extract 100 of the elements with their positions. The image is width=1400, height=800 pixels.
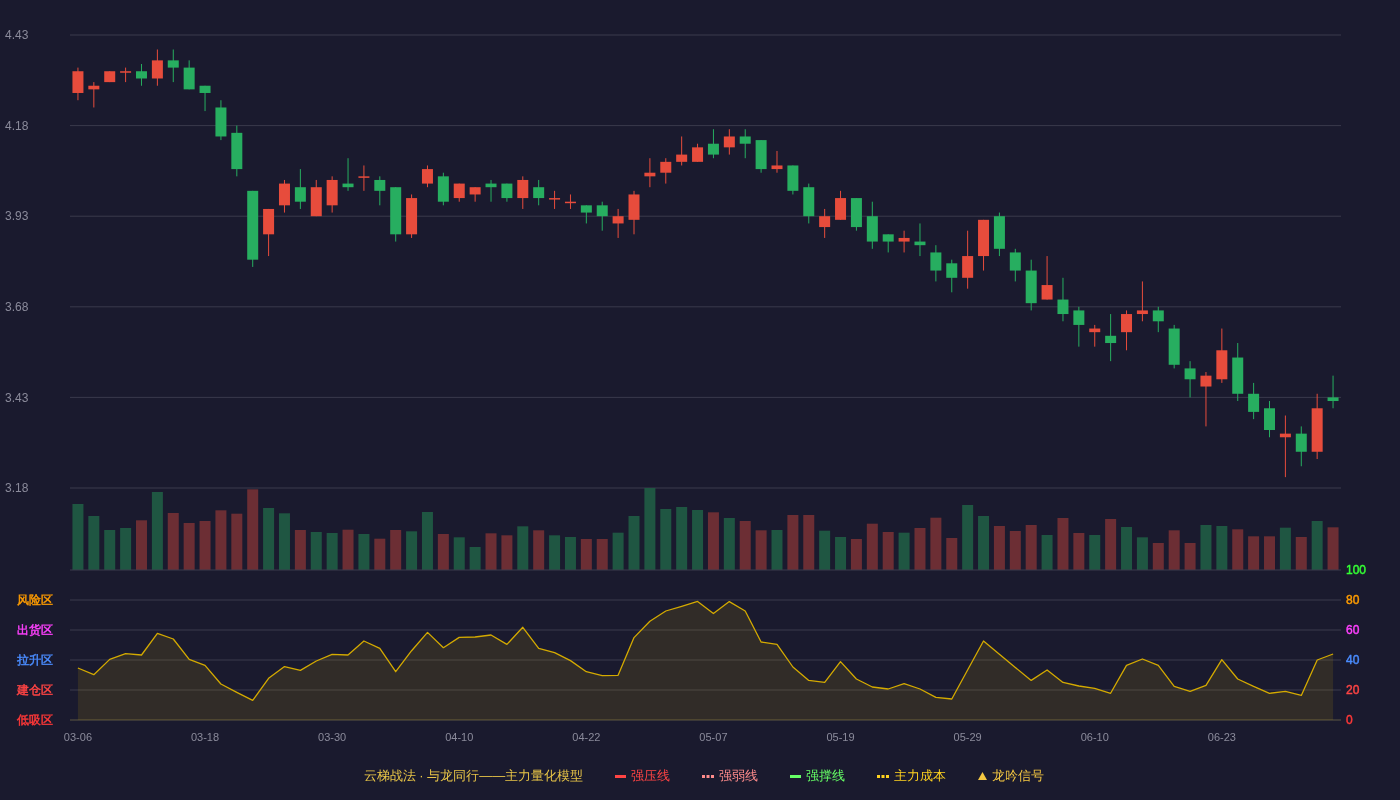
candle bbox=[835, 190, 847, 221]
candle bbox=[263, 208, 275, 257]
zone-label: 低吸区 bbox=[17, 713, 53, 728]
candle bbox=[771, 150, 783, 174]
candle bbox=[1168, 324, 1180, 369]
candle bbox=[310, 179, 322, 217]
candle bbox=[1025, 259, 1037, 311]
candle bbox=[533, 179, 545, 206]
candle bbox=[1009, 248, 1021, 282]
candle bbox=[1073, 306, 1085, 348]
candle bbox=[374, 175, 386, 206]
date-axis-label: 05-29 bbox=[953, 730, 982, 743]
candle bbox=[1136, 280, 1148, 322]
candle bbox=[1184, 360, 1196, 398]
candle bbox=[755, 139, 767, 174]
candle bbox=[215, 99, 227, 141]
candle bbox=[914, 222, 926, 257]
candle bbox=[342, 157, 354, 192]
candle bbox=[882, 233, 894, 253]
candle bbox=[485, 179, 497, 203]
date-axis-label: 04-10 bbox=[445, 730, 474, 743]
candle bbox=[787, 164, 799, 195]
candle bbox=[151, 49, 163, 87]
candle bbox=[549, 190, 561, 210]
candle bbox=[564, 193, 576, 210]
zone-label: 出货区 bbox=[17, 623, 53, 638]
legend-label: 龙吟信号 bbox=[992, 767, 1045, 785]
candle bbox=[596, 201, 608, 232]
candle bbox=[294, 168, 306, 210]
candle bbox=[946, 259, 958, 293]
candle bbox=[1057, 277, 1069, 322]
candle bbox=[898, 230, 910, 253]
candle bbox=[707, 128, 719, 159]
candle bbox=[326, 175, 338, 214]
candle bbox=[1295, 425, 1307, 467]
candle bbox=[390, 186, 402, 243]
candle bbox=[612, 208, 624, 239]
date-axis-label: 03-30 bbox=[318, 730, 347, 743]
candle bbox=[1200, 371, 1212, 427]
legend-label: 强撑线 bbox=[806, 767, 846, 785]
candle bbox=[819, 208, 831, 239]
candle bbox=[501, 183, 513, 203]
zone-label: 拉升区 bbox=[17, 653, 53, 668]
candle bbox=[866, 201, 878, 250]
candle bbox=[723, 128, 735, 156]
date-axis-label: 05-19 bbox=[826, 730, 855, 743]
candle bbox=[72, 67, 84, 101]
candle bbox=[1216, 328, 1228, 384]
candle bbox=[1089, 324, 1101, 348]
indicator-axis-label: 0 bbox=[1346, 713, 1353, 728]
date-axis-label: 04-22 bbox=[572, 730, 601, 743]
indicator-axis-label: 80 bbox=[1346, 593, 1360, 608]
legend-title: 云梯战法 · 与龙同行——主力量化模型 bbox=[363, 767, 584, 785]
candle bbox=[962, 230, 974, 290]
candle bbox=[1279, 415, 1291, 478]
candle bbox=[850, 197, 862, 232]
candle bbox=[930, 244, 942, 282]
candle bbox=[167, 49, 179, 83]
candle bbox=[120, 67, 132, 83]
candle bbox=[660, 157, 672, 185]
candle bbox=[580, 204, 592, 224]
indicator-axis-label: 40 bbox=[1346, 653, 1360, 668]
price-axis-label: 4.43 bbox=[5, 28, 29, 43]
candle bbox=[644, 157, 656, 188]
candle bbox=[1248, 382, 1260, 420]
price-axis-label: 3.93 bbox=[5, 209, 29, 224]
candle bbox=[517, 175, 529, 210]
candle bbox=[1152, 306, 1164, 333]
indicator-axis-label: 60 bbox=[1346, 623, 1360, 638]
legend-label: 强压线 bbox=[631, 767, 671, 785]
candle bbox=[1311, 393, 1323, 460]
date-axis-label: 06-23 bbox=[1207, 730, 1236, 743]
price-axis-label: 3.68 bbox=[5, 299, 29, 314]
candle bbox=[406, 193, 418, 239]
candle bbox=[199, 85, 211, 112]
price-axis-label: 4.18 bbox=[5, 118, 29, 133]
candle bbox=[136, 63, 147, 87]
legend-label: 主力成本 bbox=[894, 767, 947, 785]
candle bbox=[358, 164, 370, 192]
indicator-axis-label: 20 bbox=[1346, 683, 1360, 698]
candle bbox=[1105, 313, 1117, 362]
price-axis-label: 3.43 bbox=[5, 390, 29, 405]
candle bbox=[421, 164, 433, 188]
date-axis-label: 03-18 bbox=[190, 730, 220, 743]
candle bbox=[437, 172, 449, 206]
candle bbox=[104, 70, 116, 83]
candle bbox=[88, 81, 100, 108]
indicator-axis-label: 100 bbox=[1346, 563, 1367, 578]
candle bbox=[1041, 255, 1053, 301]
candle bbox=[183, 59, 195, 90]
candle bbox=[1327, 375, 1339, 409]
legend-label: 强弱线 bbox=[719, 767, 759, 785]
candle bbox=[803, 183, 815, 224]
candle bbox=[692, 143, 704, 163]
candle bbox=[993, 212, 1005, 257]
candle bbox=[469, 186, 481, 203]
zone-label: 建仓区 bbox=[17, 683, 53, 698]
candle bbox=[453, 183, 465, 203]
date-axis-label: 05-07 bbox=[699, 730, 728, 743]
candle bbox=[1232, 342, 1244, 402]
